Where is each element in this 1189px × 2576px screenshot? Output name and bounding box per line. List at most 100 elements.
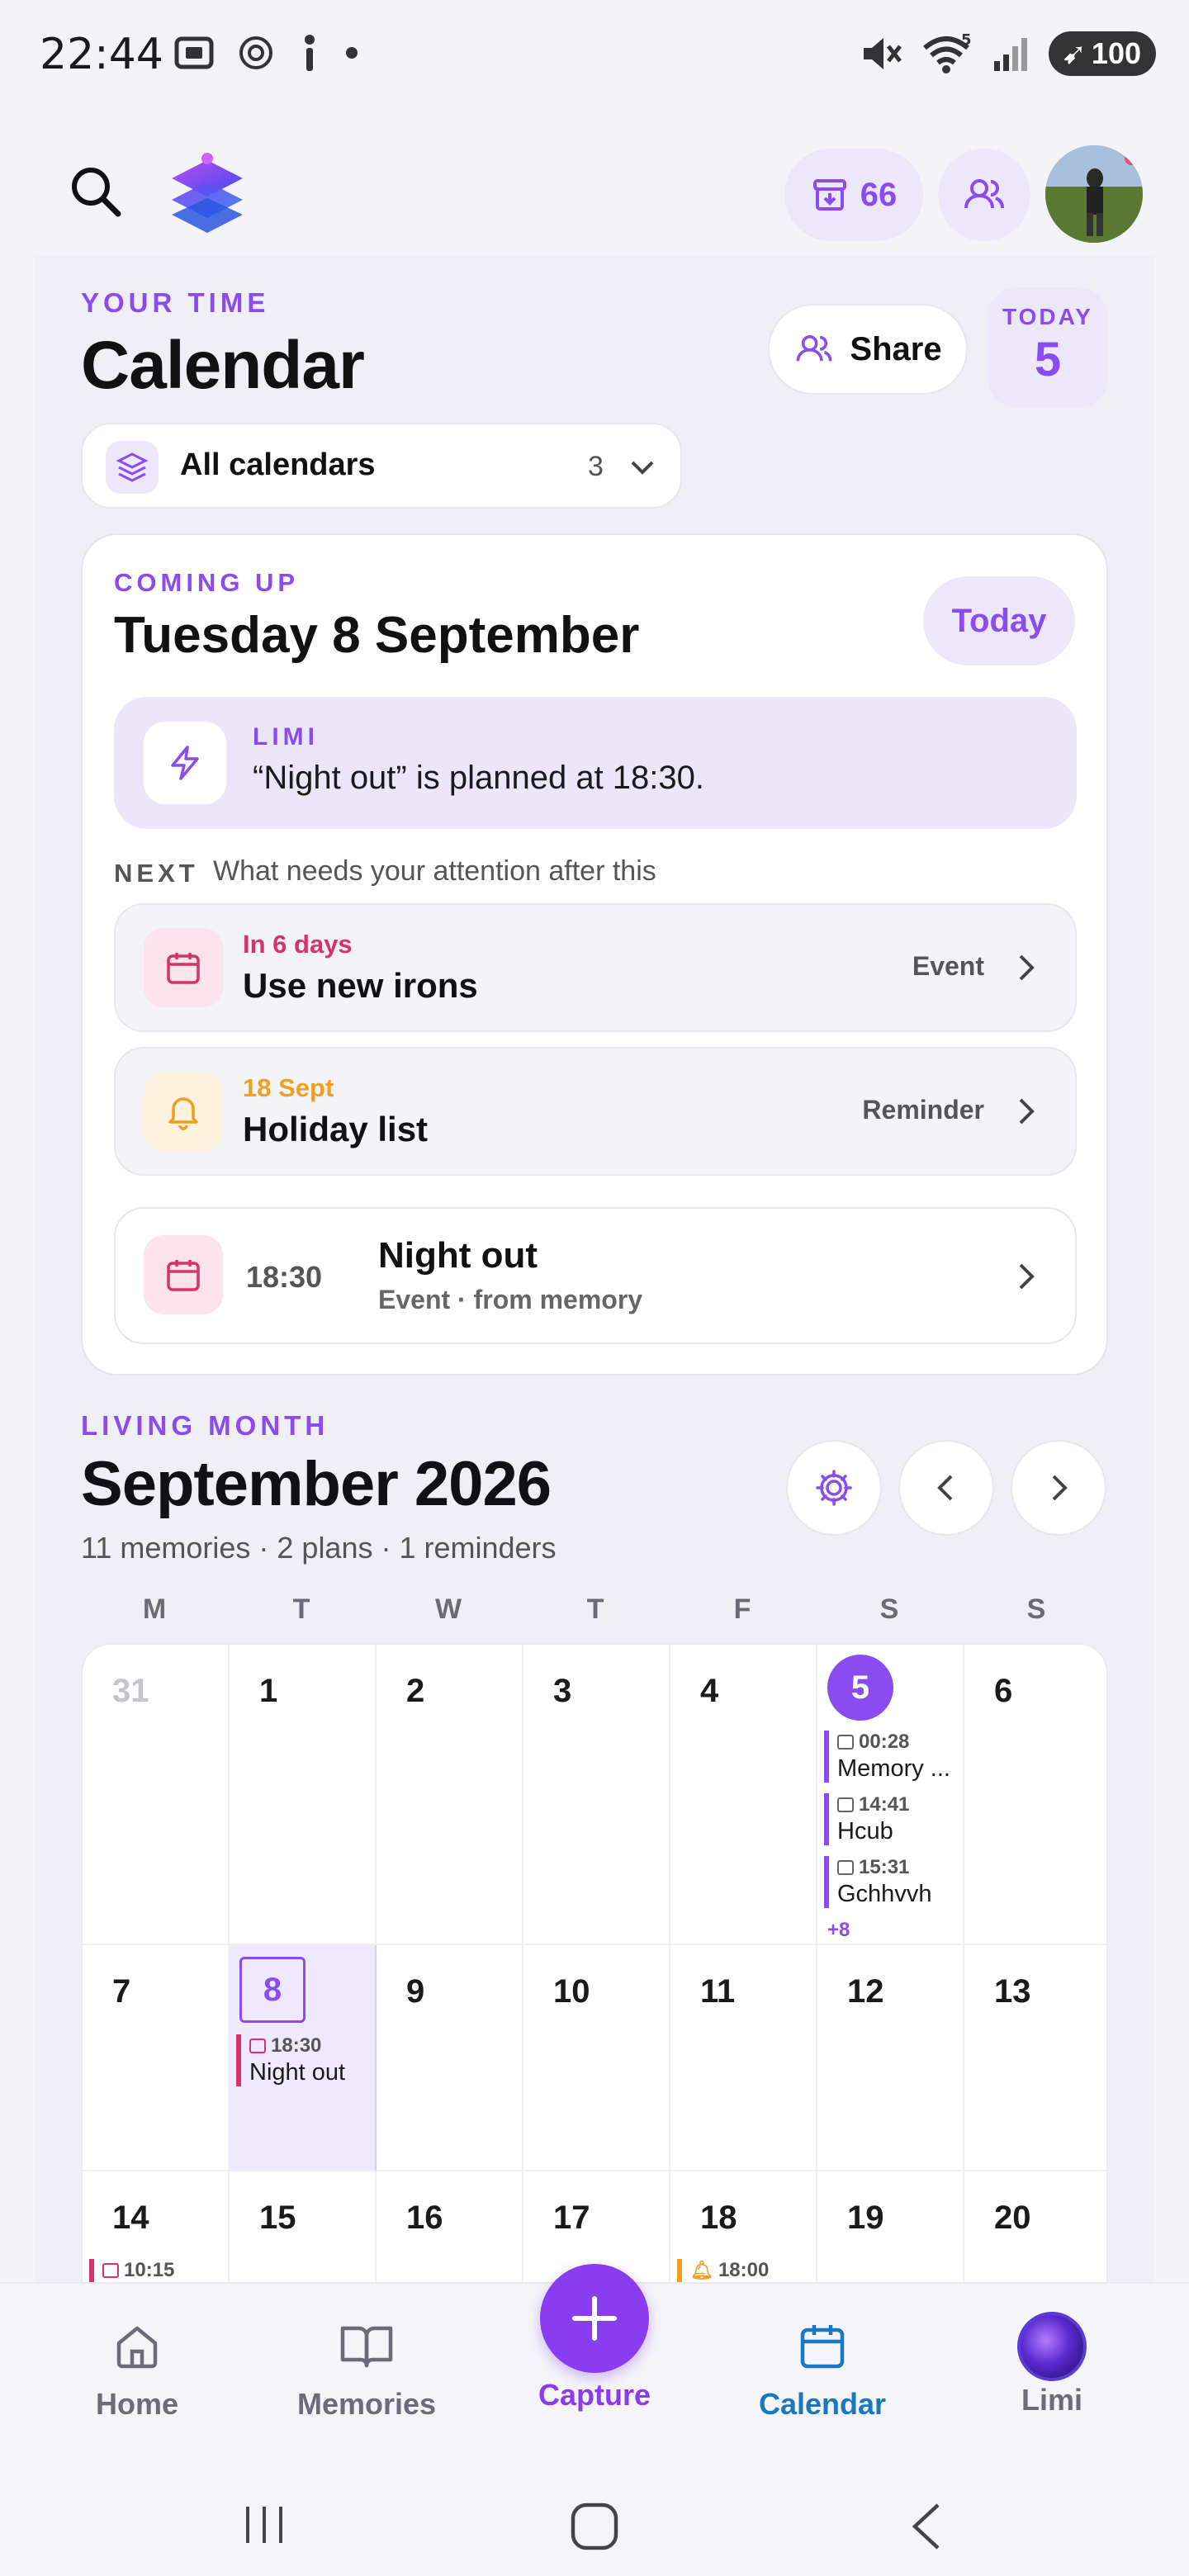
day-number: 7 — [112, 1973, 131, 2010]
wifi-icon: 5 — [922, 33, 972, 73]
home-icon — [116, 2326, 158, 2369]
image-icon — [837, 1735, 854, 1750]
chevron-left-icon — [937, 1475, 953, 1501]
day-cell[interactable]: 15 — [230, 2171, 377, 2285]
day-cell[interactable]: 20 — [964, 2171, 1106, 2285]
calendar-icon — [167, 953, 200, 984]
nav-home[interactable]: Home — [54, 2320, 220, 2422]
today-circle: 5 — [827, 1655, 893, 1721]
mute-icon — [863, 38, 902, 69]
settings-button[interactable] — [786, 1440, 882, 1536]
day-cell[interactable]: 18 🔔︎ 18:00 — [670, 2171, 817, 2285]
limi-orb-icon — [1017, 2312, 1087, 2381]
next-month-button[interactable] — [1011, 1440, 1106, 1536]
avatar-photo — [1045, 145, 1143, 243]
day-number: 16 — [406, 2200, 443, 2236]
today-button-label: Today — [951, 602, 1047, 639]
memory-event[interactable]: 15:31 Gchhvvh — [824, 1856, 953, 1908]
month-title: September 2026 — [81, 1449, 552, 1519]
day-cell[interactable]: 1 — [230, 1645, 377, 1945]
next-label: NEXT — [114, 859, 199, 888]
day-cell-today[interactable]: 5 00:28 Memory ... 14:41 Hcub 15:31 Gchh… — [817, 1645, 964, 1945]
next-item-kind: Event — [912, 951, 984, 981]
day-cell[interactable]: 10 — [523, 1945, 670, 2171]
reminder-icon-badge — [144, 1072, 223, 1151]
more-events-link[interactable]: +8 — [827, 1919, 850, 1942]
day-cell[interactable]: 12 — [817, 1945, 964, 2171]
limi-insight[interactable]: LIMI “Night out” is planned at 18:30. — [114, 697, 1077, 829]
event-preview[interactable]: 10:15 — [89, 2259, 174, 2282]
day-cell[interactable]: 31 — [83, 1645, 230, 1945]
weekday-mon: M — [142, 1593, 167, 1625]
event-name: Gchhvvh — [837, 1881, 932, 1907]
nav-limi[interactable]: Limi — [969, 2312, 1135, 2417]
people-button[interactable] — [938, 149, 1030, 241]
day-cell-selected[interactable]: 8 18:30 Night out — [230, 1945, 377, 2171]
day-cell[interactable]: 11 — [670, 1945, 817, 2171]
next-item-event[interactable]: In 6 days Use new irons Event — [114, 903, 1077, 1032]
chevron-right-icon — [1019, 954, 1035, 981]
page-title: Calendar — [81, 328, 365, 403]
nav-memories[interactable]: Memories — [284, 2320, 449, 2422]
night-out-event[interactable]: 18:30 Night out — [236, 2034, 365, 2086]
back-icon[interactable] — [907, 2502, 948, 2551]
today-button[interactable]: Today — [923, 576, 1075, 665]
weekday-tue: T — [292, 1593, 310, 1625]
featured-event[interactable]: 18:30 Night out Event · from memory — [114, 1207, 1077, 1344]
limi-icon-badge — [144, 722, 226, 804]
day-cell[interactable]: 14 10:15 — [83, 2171, 230, 2285]
day-number: 31 — [112, 1673, 149, 1709]
plus-icon — [572, 2296, 617, 2341]
day-number: 10 — [553, 1973, 590, 2010]
prev-month-button[interactable] — [898, 1440, 994, 1536]
image-icon — [837, 1797, 854, 1812]
event-time: 14:41 — [859, 1793, 910, 1816]
search-button[interactable] — [66, 162, 126, 221]
recent-apps-icon[interactable] — [241, 2502, 287, 2548]
day-cell[interactable]: 9 — [377, 1945, 523, 2171]
featured-title: Night out — [378, 1235, 538, 1276]
day-cell[interactable]: 13 — [964, 1945, 1106, 2171]
memory-event[interactable]: 14:41 Hcub — [824, 1793, 953, 1845]
next-sub: What needs your attention after this — [213, 855, 656, 887]
event-time: 10:15 — [124, 2259, 175, 2281]
capture-button[interactable] — [540, 2264, 649, 2373]
nav-limi-label: Limi — [1021, 2383, 1082, 2417]
home-button-icon[interactable] — [570, 2502, 619, 2551]
dot-icon — [346, 47, 358, 59]
next-item-title: Use new irons — [243, 966, 478, 1005]
nav-capture-label[interactable]: Capture — [512, 2378, 677, 2413]
day-cell[interactable]: 19 — [817, 2171, 964, 2285]
archive-button[interactable]: 66 — [784, 149, 923, 241]
calendar-selector-label: All calendars — [180, 447, 376, 482]
day-cell[interactable]: 7 — [83, 1945, 230, 2171]
people-icon — [964, 179, 1004, 209]
chevron-down-icon — [631, 461, 654, 475]
app-logo — [162, 149, 253, 239]
day-cell[interactable]: 6 — [964, 1645, 1106, 1945]
reminder-preview[interactable]: 🔔︎ 18:00 — [677, 2259, 769, 2282]
next-item-reminder[interactable]: 18 Sept Holiday list Reminder — [114, 1047, 1077, 1176]
svg-text:5: 5 — [961, 33, 972, 49]
signal-icon — [993, 38, 1027, 71]
day-cell[interactable]: 4 — [670, 1645, 817, 1945]
lightning-icon — [171, 746, 199, 780]
day-cell[interactable]: 16 — [377, 2171, 523, 2285]
calendar-selector[interactable]: All calendars 3 — [81, 423, 682, 509]
month-grid: 31 1 2 3 4 5 00:28 Memory ... 14:41 Hcub… — [81, 1643, 1108, 2287]
avatar[interactable] — [1045, 145, 1143, 243]
day-cell[interactable]: 3 — [523, 1645, 670, 1945]
weekday-sun: S — [1026, 1593, 1046, 1625]
today-number: 5 — [1034, 333, 1062, 386]
calendar-icon — [102, 2263, 119, 2278]
share-button[interactable]: Share — [768, 304, 968, 395]
next-item-when: 18 Sept — [243, 1073, 334, 1102]
memory-event[interactable]: 00:28 Memory ... — [824, 1731, 953, 1783]
nav-calendar[interactable]: Calendar — [740, 2320, 905, 2422]
limi-message: “Night out” is planned at 18:30. — [253, 760, 705, 796]
share-label: Share — [850, 330, 942, 367]
today-badge[interactable]: TODAY 5 — [988, 287, 1108, 408]
day-cell[interactable]: 2 — [377, 1645, 523, 1945]
day-number: 17 — [553, 2200, 590, 2236]
event-icon-badge — [144, 1235, 223, 1314]
